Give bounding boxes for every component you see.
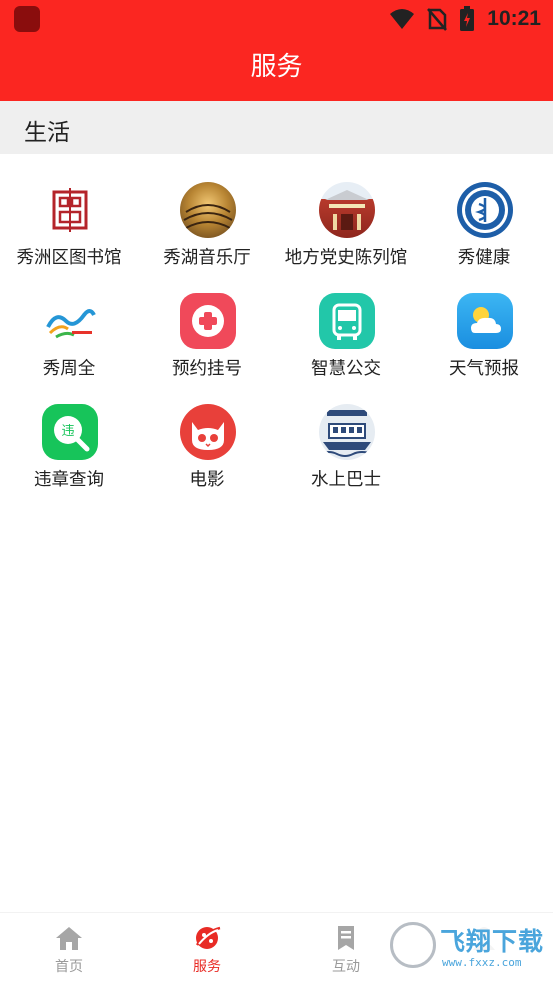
cat-face-icon [180,404,236,460]
service-appointment[interactable]: 预约挂号 [138,287,276,387]
service-label: 地方党史陈列馆 [284,248,408,268]
section-header: 生活 [0,101,553,154]
status-bar: 10:21 [0,0,553,36]
watermark-logo-icon [390,922,436,968]
history-museum-photo-icon [319,182,375,238]
service-icon [195,926,221,949]
service-water-bus[interactable]: 水上巴士 [277,398,415,498]
water-bus-photo-icon [319,404,375,460]
service-label: 违章查询 [34,470,104,490]
tab-home[interactable]: 首页 [0,913,138,983]
svg-text:违: 违 [61,424,74,439]
service-label: 水上巴士 [311,470,381,490]
battery-charging-icon [460,6,475,31]
service-health[interactable]: 秀健康 [415,176,553,276]
violation-search-icon: 违 [42,404,98,460]
service-weather[interactable]: 天气预报 [415,287,553,387]
no-sim-icon [427,8,448,31]
xiuzhouquan-logo-icon [42,293,98,349]
app-header: 10:21 服务 [0,0,553,101]
service-movie[interactable]: 电影 [138,398,276,498]
tab-label: 服务 [193,959,221,975]
service-violation[interactable]: 违 违章查询 [0,398,138,498]
app-notification-icon [14,6,40,32]
service-label: 天气预报 [449,359,519,379]
bus-icon [319,293,375,349]
home-icon [56,927,82,950]
status-indicators: 10:21 [389,4,541,34]
concert-hall-photo-icon [180,182,236,238]
tab-service[interactable]: 服务 [138,913,276,983]
service-label: 秀湖音乐厅 [163,248,251,268]
service-concert-hall[interactable]: 秀湖音乐厅 [138,176,276,276]
service-label: 电影 [189,470,225,490]
watermark-text: 飞翔下载 [440,927,545,956]
wifi-icon [390,9,415,29]
weather-icon [457,293,513,349]
library-logo-icon [42,182,98,238]
watermark-url: www.fxxz.com [442,956,522,969]
service-label: 秀洲区图书馆 [16,248,122,268]
bookmark-icon [338,926,354,950]
service-smart-bus[interactable]: 智慧公交 [277,287,415,387]
service-label: 预约挂号 [172,359,242,379]
tab-label: 首页 [55,959,83,975]
section-title: 生活 [24,120,70,146]
page-title: 服务 [250,52,303,82]
watermark: 飞翔下载 www.fxxz.com [388,918,544,972]
service-label: 秀周全 [42,359,96,379]
service-history-museum[interactable]: 地方党史陈列馆 [277,176,415,276]
health-emblem-icon [457,182,513,238]
service-label: 秀健康 [457,248,511,268]
medical-cross-icon [180,293,236,349]
service-label: 智慧公交 [311,359,381,379]
clock: 10:21 [487,7,541,30]
service-library[interactable]: 秀洲区图书馆 [0,176,138,276]
service-xiuzhouquan[interactable]: 秀周全 [0,287,138,387]
